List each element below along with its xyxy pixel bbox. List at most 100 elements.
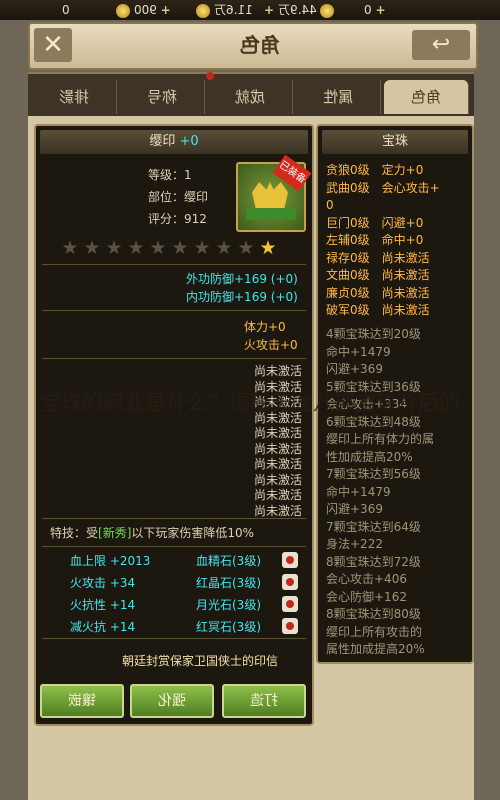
gem-row: 减火抗 +14 红冥石(3级) xyxy=(46,618,302,636)
gem-icon xyxy=(282,618,298,634)
inactive-slot: 尚未激活 xyxy=(254,488,303,502)
treasure-active-line: 禄存0级 尚未激活 xyxy=(326,250,430,265)
notification-dot xyxy=(206,72,214,80)
treasure-locked-line: 7颗宝珠达到56级 xyxy=(326,467,421,481)
treasure-locked-line: 性加成提高20% xyxy=(326,449,413,464)
inactive-slot: 尚未激活 xyxy=(254,364,303,378)
item-source: 朝廷封赏保家卫国侠士的印信 xyxy=(122,654,279,668)
star-icon: ★ xyxy=(61,237,79,259)
star-icon: ★ xyxy=(149,237,167,259)
treasure-title: 宝珠 xyxy=(322,130,468,154)
inactive-slot: 尚未激活 xyxy=(254,503,303,518)
resource-1: 0 xyxy=(62,2,70,18)
part-row: 部位：缨印 xyxy=(148,190,209,204)
treasure-active-line: 文曲0级 尚未激活 xyxy=(326,268,430,282)
score-row: 评分：912 xyxy=(148,212,207,226)
treasure-locked-line: 7颗宝珠达到64级 xyxy=(326,519,421,534)
gem-icon xyxy=(282,574,298,590)
inactive-slot: 尚未激活 xyxy=(254,457,303,471)
divider xyxy=(42,264,306,265)
gem-icon xyxy=(282,596,298,612)
page-title: 角色 xyxy=(240,33,280,57)
silver-icon xyxy=(320,3,335,18)
add-resource-4-button[interactable]: + xyxy=(264,3,274,17)
inactive-slot: 尚未激活 xyxy=(254,426,303,440)
add-resource-5-button[interactable]: + xyxy=(375,3,385,17)
tab-4[interactable]: 排影 xyxy=(32,80,117,114)
gem-stat: 火抗性 +14 xyxy=(70,598,136,612)
treasure-locked-line: 命中+1479 xyxy=(326,484,391,499)
gem-stat: 火攻击 +34 xyxy=(70,576,136,590)
back-button[interactable]: ↩ xyxy=(412,30,470,60)
gold-icon xyxy=(196,3,210,18)
refine-line-1: 火攻击+0 xyxy=(244,338,298,352)
tab-bar: 排影 称号 成就 属性 角色 xyxy=(28,72,474,118)
star-icon: ★ xyxy=(105,237,123,259)
close-button[interactable]: ✕ xyxy=(34,28,72,62)
forge-button[interactable]: 打造 xyxy=(222,684,306,718)
divider xyxy=(42,310,306,311)
enhance-button[interactable]: 强化 xyxy=(130,684,214,718)
item-base xyxy=(246,208,296,220)
treasure-locked-line: 缨印上所有攻击的 xyxy=(326,624,423,639)
star-icon: ★ xyxy=(83,237,101,259)
divider xyxy=(42,358,306,359)
star-icon: ★ xyxy=(193,237,211,259)
treasure-locked-line: 闪避+369 xyxy=(326,502,383,516)
refine-line-0: 体力+0 xyxy=(244,320,286,334)
star-rating: ★ ★ ★ ★ ★ ★ ★ ★ ★ ★ xyxy=(60,238,280,258)
divider xyxy=(42,546,306,547)
tab-0[interactable]: 角色 xyxy=(384,80,469,114)
treasure-active-line: 0 xyxy=(326,198,334,212)
treasure-locked-line: 4颗宝珠达到20级 xyxy=(326,327,421,341)
tab-2[interactable]: 成就 xyxy=(208,80,293,114)
treasure-active-line: 武曲0级 会心攻击+ xyxy=(326,180,440,195)
resource-2-value: 900 xyxy=(133,3,157,17)
tab-1[interactable]: 属性 xyxy=(296,80,381,114)
treasure-locked-line: 8颗宝珠达到80级 xyxy=(326,607,421,621)
crown-icon xyxy=(252,182,288,208)
add-resource-2-button[interactable]: + xyxy=(161,3,171,17)
treasure-active-line: 左辅0级 命中+0 xyxy=(326,233,424,247)
star-icon: ★ xyxy=(127,237,145,259)
close-icon: ✕ xyxy=(42,30,64,60)
treasure-active-line: 巨门0级 闪避+0 xyxy=(326,215,424,230)
treasure-locked-line: 缨印上所有体力的属 xyxy=(326,432,435,446)
resource-2: 900 + xyxy=(116,2,171,18)
ingot-icon xyxy=(116,3,130,18)
gem-name: 红冥石(3级) xyxy=(196,620,261,634)
treasure-active-line: 破军0级 尚未激活 xyxy=(326,303,430,317)
divider xyxy=(42,638,306,639)
tab-3[interactable]: 称号 xyxy=(120,80,205,114)
item-detail-panel: 缨印 +0 等级：1 部位：缨印 评分：912 已装备 ★ ★ ★ ★ ★ ★ ★ ★ ★ ★ 外… xyxy=(34,124,314,726)
resource-3-value: 11.6万 xyxy=(213,3,253,17)
inactive-slot: 尚未激活 xyxy=(254,441,303,456)
gem-name: 血精石(3级) xyxy=(196,554,261,568)
gem-row: 火抗性 +14 月光石(3级) xyxy=(46,596,302,614)
treasure-locked-line: 会心攻击+406 xyxy=(326,572,407,586)
special-skill: 特技：受[新秀]以下玩家伤害降低10% xyxy=(50,526,255,540)
grade-row: 等级：1 xyxy=(148,168,192,182)
item-name: 缨印 xyxy=(149,134,176,149)
resource-1-value: 0 xyxy=(62,3,70,17)
resource-4: + 44.9万 xyxy=(264,2,335,18)
stat-line-0: 外功防御+169 (+0) xyxy=(186,272,298,286)
gem-row: 火攻击 +34 红晶石(3级) xyxy=(46,574,302,592)
treasure-locked-line: 8颗宝珠达到72级 xyxy=(326,554,421,569)
item-enhance-level: +0 xyxy=(179,134,199,149)
gem-stat: 减火抗 +14 xyxy=(70,620,136,634)
inactive-slot: 尚未激活 xyxy=(254,472,303,487)
treasure-locked-line: 命中+1479 xyxy=(326,344,391,359)
watermark-text: 宝珠的职业是什么？揭秘天龙八部宝珠背后的 xyxy=(40,391,460,415)
inlay-button[interactable]: 镶嵌 xyxy=(40,684,124,718)
treasure-locked-line: 闪避+369 xyxy=(326,362,383,376)
title-banner: ✕ 角色 ↩ xyxy=(28,22,478,70)
divider xyxy=(42,518,306,519)
gem-name: 红晶石(3级) xyxy=(196,576,261,590)
star-icon: ★ xyxy=(237,237,255,259)
gem-name: 月光石(3级) xyxy=(196,598,261,612)
treasure-active-line: 廉贞0级 尚未激活 xyxy=(326,285,430,300)
resource-5-value: 0 xyxy=(364,3,372,17)
gem-stat: 血上限 +2013 xyxy=(70,554,151,568)
star-icon: ★ xyxy=(171,237,189,259)
